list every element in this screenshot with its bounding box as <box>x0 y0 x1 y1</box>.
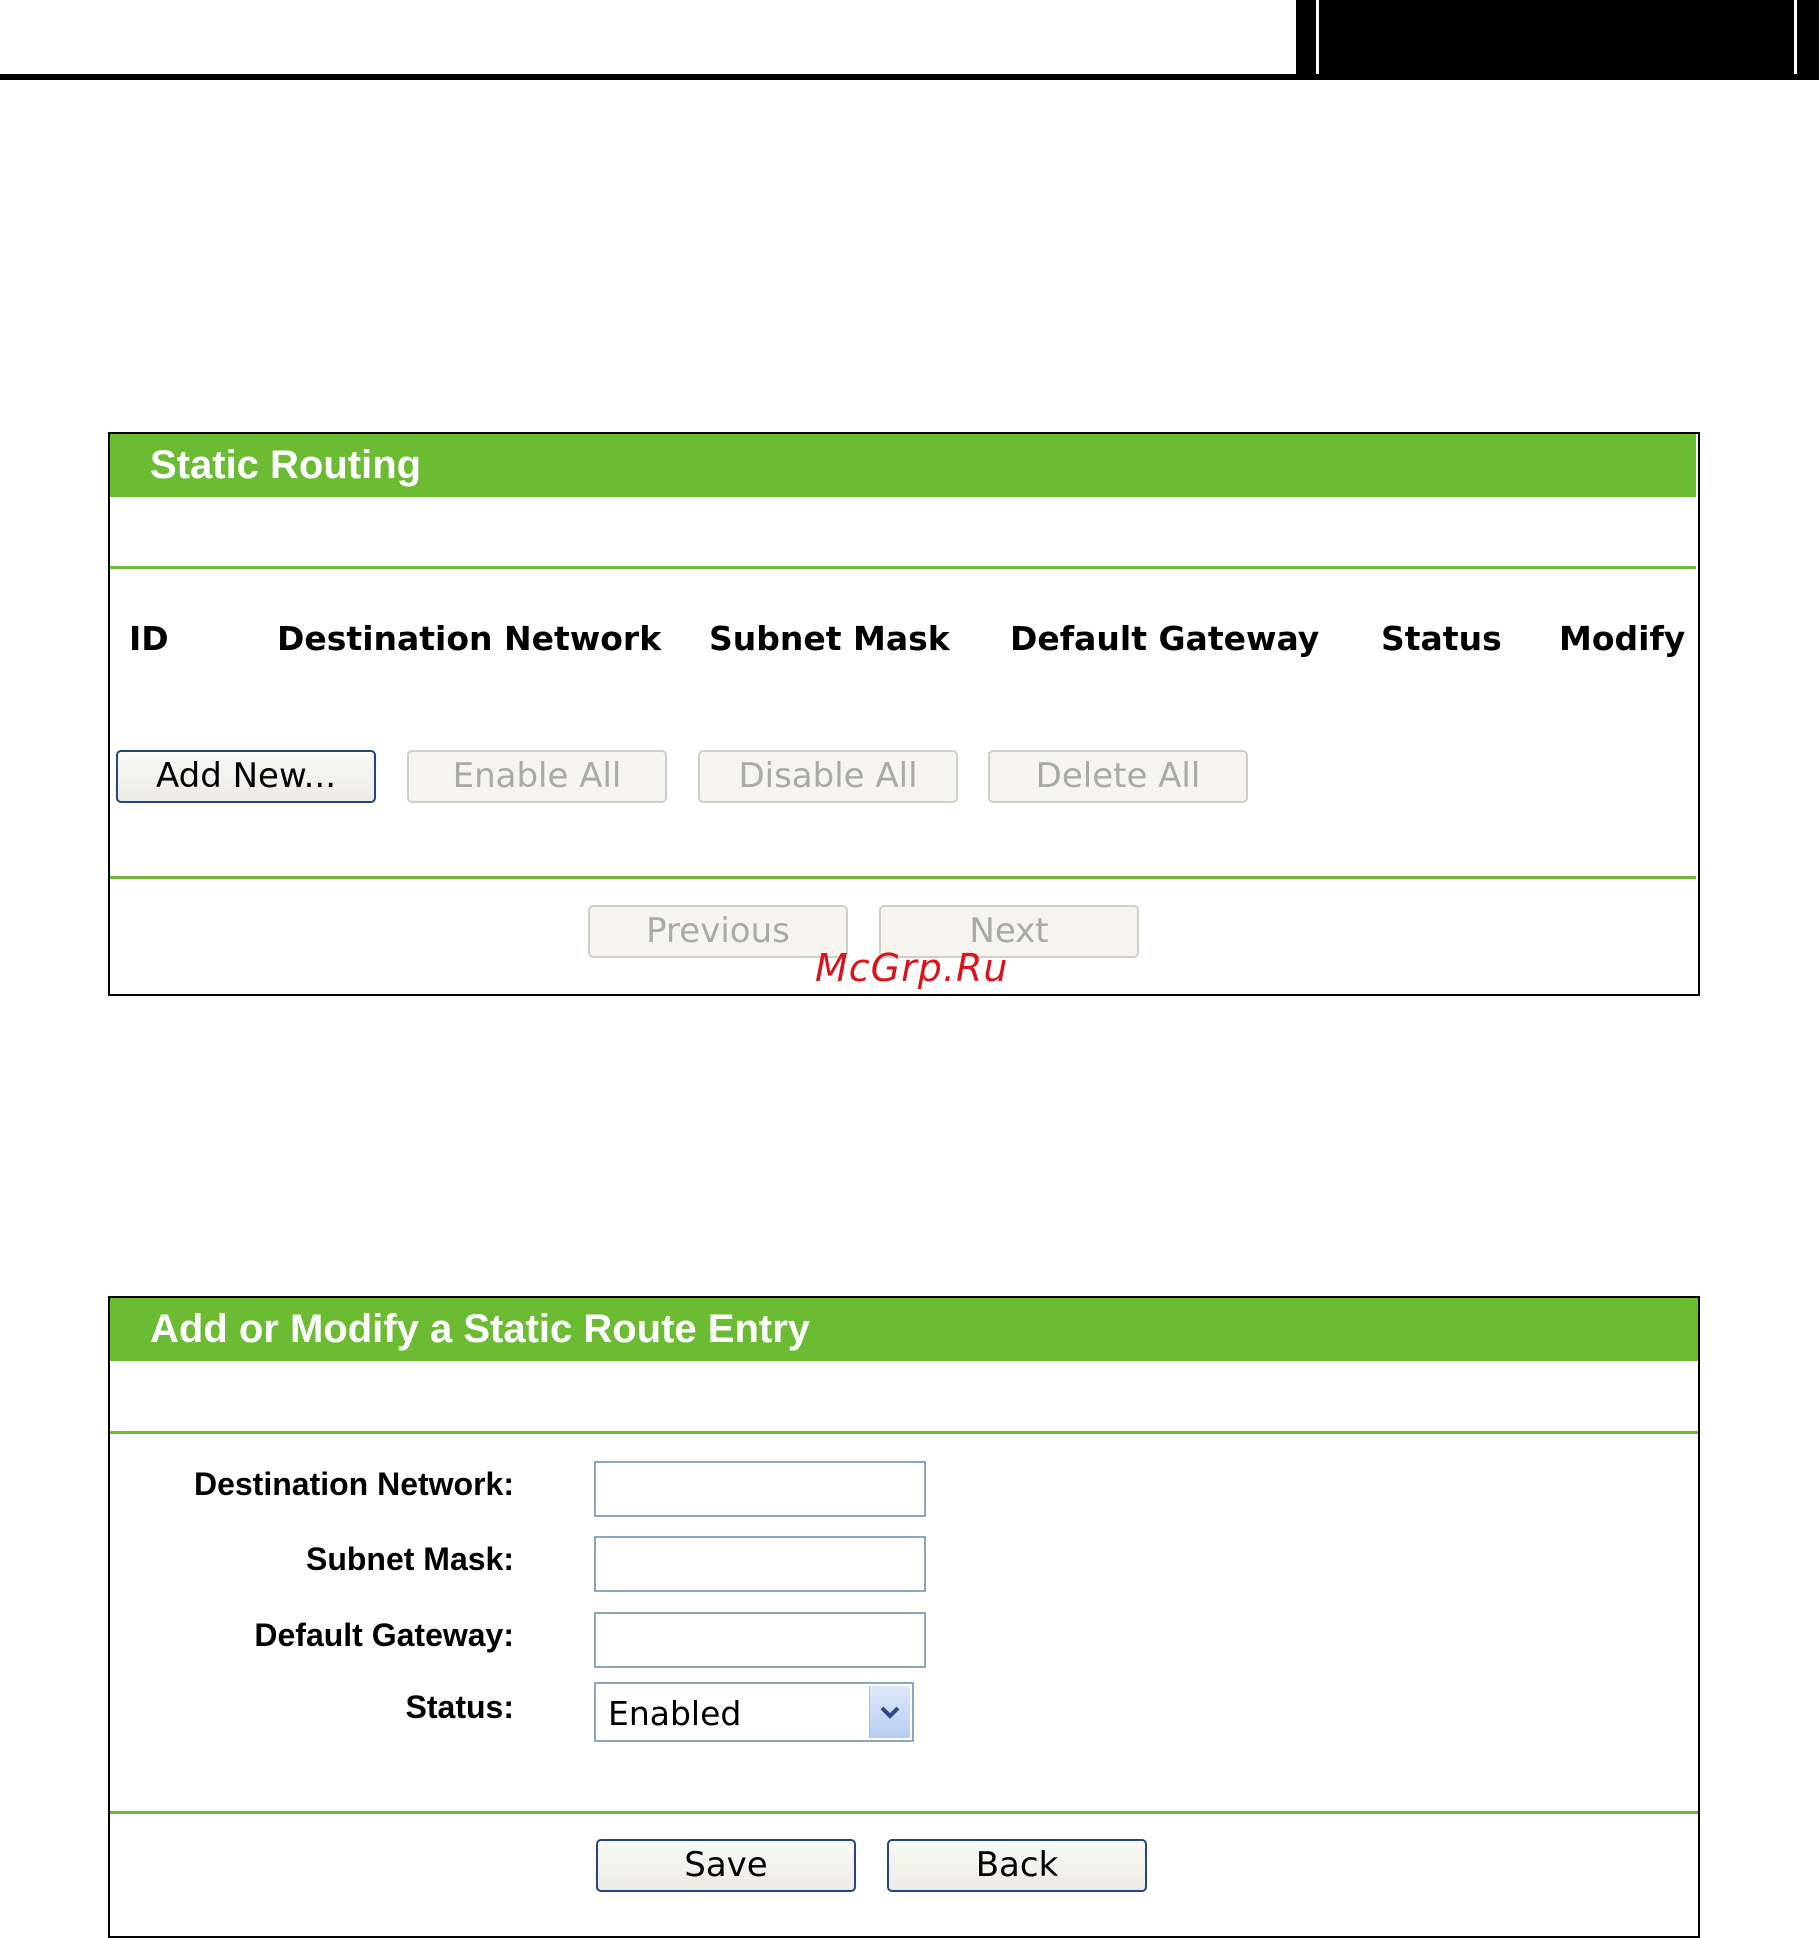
subnet-mask-label: Subnet Mask: <box>305 1541 514 1577</box>
status-select-value: Enabled <box>608 1694 742 1733</box>
add-new-button[interactable]: Add New... <box>116 750 376 803</box>
static-routing-panel: Static Routing ID Destination Network Su… <box>108 432 1700 996</box>
panel-title: Add or Modify a Static Route Entry <box>110 1298 1698 1361</box>
column-header-gateway: Default Gateway <box>1010 619 1320 658</box>
chevron-down-icon[interactable] <box>869 1686 910 1738</box>
panel-title: Static Routing <box>110 434 1696 497</box>
save-button[interactable]: Save <box>596 1839 856 1892</box>
header-notch <box>1316 0 1319 74</box>
destination-network-label: Destination Network: <box>193 1466 514 1502</box>
previous-button[interactable]: Previous <box>588 905 848 958</box>
column-header-subnet: Subnet Mask <box>709 619 950 658</box>
column-header-modify: Modify <box>1559 619 1686 658</box>
header-block <box>1296 0 1819 76</box>
column-header-status: Status <box>1381 619 1502 658</box>
destination-network-input[interactable] <box>594 1461 926 1517</box>
delete-all-button[interactable]: Delete All <box>988 750 1248 803</box>
status-label: Status: <box>405 1689 514 1725</box>
default-gateway-input[interactable] <box>594 1612 926 1668</box>
status-select[interactable]: Enabled <box>594 1682 914 1742</box>
column-header-destination: Destination Network <box>277 619 662 658</box>
divider <box>110 876 1696 879</box>
enable-all-button[interactable]: Enable All <box>407 750 667 803</box>
header-notch <box>1794 0 1797 74</box>
static-route-entry-panel: Add or Modify a Static Route Entry Desti… <box>108 1296 1700 1938</box>
watermark-text: McGrp.Ru <box>815 946 1009 990</box>
disable-all-button[interactable]: Disable All <box>698 750 958 803</box>
subnet-mask-input[interactable] <box>594 1536 926 1592</box>
back-button[interactable]: Back <box>887 1839 1147 1892</box>
column-header-id: ID <box>129 619 169 658</box>
divider <box>110 1811 1698 1814</box>
divider <box>110 1431 1698 1434</box>
default-gateway-label: Default Gateway: <box>254 1617 514 1653</box>
divider <box>110 566 1696 569</box>
